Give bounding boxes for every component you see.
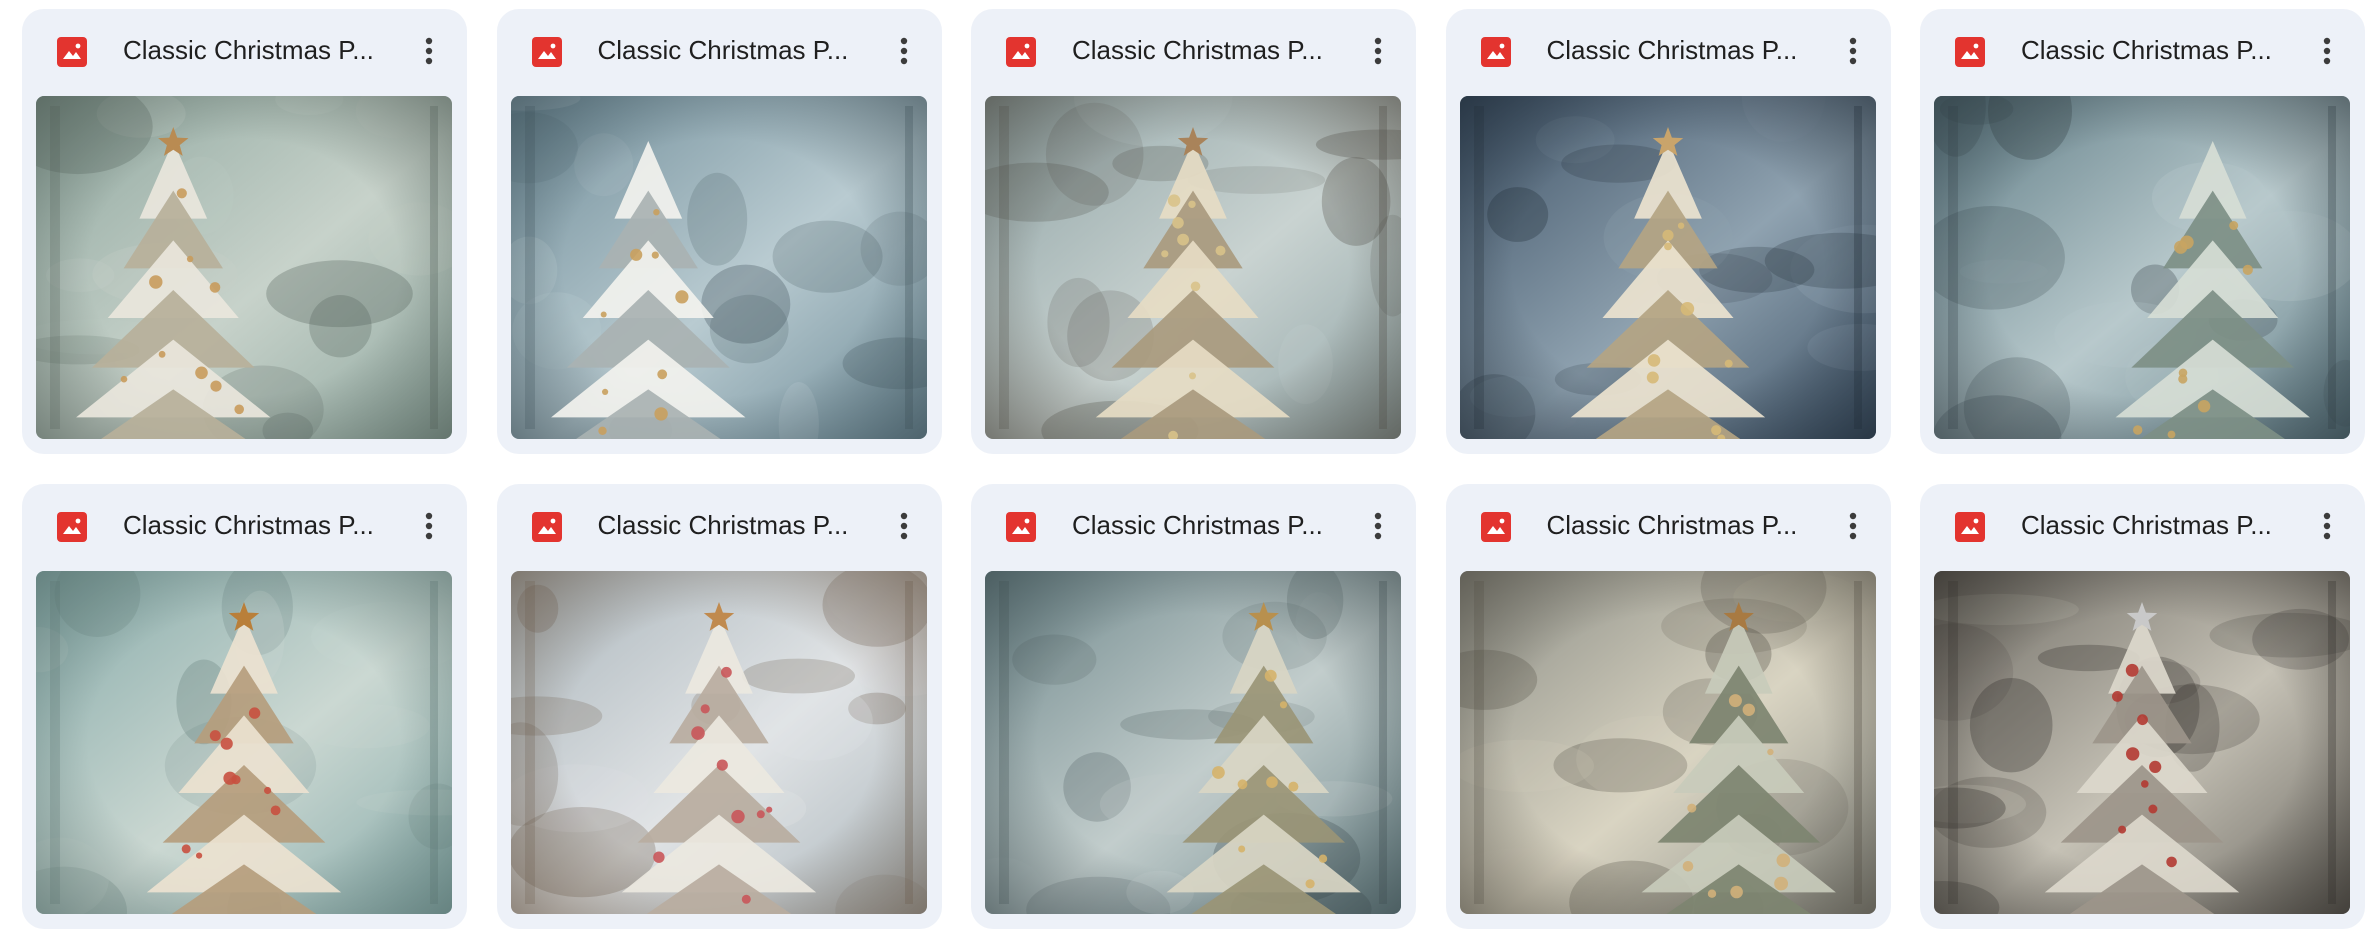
- file-card[interactable]: Classic Christmas P...: [1445, 9, 1891, 454]
- image-file-icon: [1006, 512, 1036, 542]
- file-title[interactable]: Classic Christmas P...: [598, 31, 863, 69]
- file-card[interactable]: Classic Christmas P...: [22, 484, 467, 929]
- card-header: Classic Christmas P...: [22, 484, 467, 562]
- more-vert-icon[interactable]: [1356, 29, 1400, 73]
- card-header: Classic Christmas P...: [497, 484, 942, 562]
- file-title[interactable]: Classic Christmas P...: [1547, 506, 1812, 544]
- card-header: Classic Christmas P...: [1446, 484, 1891, 562]
- image-preview[interactable]: [1934, 571, 2350, 914]
- image-file-icon: [531, 37, 562, 67]
- image-preview[interactable]: [36, 96, 452, 439]
- image-file-icon: [1480, 37, 1511, 67]
- more-vert-icon[interactable]: [1356, 504, 1400, 548]
- more-vert-icon[interactable]: [407, 29, 451, 73]
- more-vert-icon[interactable]: [407, 504, 451, 548]
- image-preview[interactable]: [1459, 571, 1876, 914]
- image-preview[interactable]: [985, 571, 1401, 914]
- image-file-icon: [1955, 37, 1985, 67]
- more-vert-icon[interactable]: [1831, 29, 1875, 73]
- file-card[interactable]: Classic Christmas P...: [1920, 484, 2365, 929]
- card-header: Classic Christmas P...: [1920, 9, 2365, 87]
- image-file-icon: [1955, 512, 1985, 542]
- card-header: Classic Christmas P...: [22, 9, 467, 87]
- image-preview[interactable]: [36, 571, 452, 914]
- image-file-icon: [57, 512, 87, 542]
- file-title[interactable]: Classic Christmas P...: [598, 506, 863, 544]
- file-title[interactable]: Classic Christmas P...: [123, 506, 388, 544]
- file-card[interactable]: Classic Christmas P...: [971, 484, 1416, 929]
- card-header: Classic Christmas P...: [497, 9, 942, 87]
- file-title[interactable]: Classic Christmas P...: [1547, 31, 1812, 69]
- more-vert-icon[interactable]: [882, 29, 926, 73]
- card-header: Classic Christmas P...: [971, 9, 1416, 87]
- image-file-icon: [531, 512, 562, 542]
- file-title[interactable]: Classic Christmas P...: [2021, 506, 2286, 544]
- card-header: Classic Christmas P...: [971, 484, 1416, 562]
- more-vert-icon[interactable]: [2305, 504, 2349, 548]
- file-title[interactable]: Classic Christmas P...: [1072, 506, 1337, 544]
- image-preview[interactable]: [1934, 96, 2350, 439]
- card-header: Classic Christmas P...: [1446, 9, 1891, 87]
- more-vert-icon[interactable]: [1831, 504, 1875, 548]
- image-preview[interactable]: [510, 571, 927, 914]
- image-file-icon: [1006, 37, 1036, 67]
- more-vert-icon[interactable]: [2305, 29, 2349, 73]
- file-card[interactable]: Classic Christmas P...: [1920, 9, 2365, 454]
- card-header: Classic Christmas P...: [1920, 484, 2365, 562]
- file-card[interactable]: Classic Christmas P...: [971, 9, 1416, 454]
- image-file-icon: [57, 37, 87, 67]
- file-card[interactable]: Classic Christmas P...: [496, 484, 942, 929]
- file-grid: Classic Christmas P... Classic Christmas…: [22, 9, 2365, 929]
- image-preview[interactable]: [985, 96, 1401, 439]
- more-vert-icon[interactable]: [882, 504, 926, 548]
- file-card[interactable]: Classic Christmas P...: [496, 9, 942, 454]
- image-preview[interactable]: [1459, 96, 1876, 439]
- file-card[interactable]: Classic Christmas P...: [22, 9, 467, 454]
- file-title[interactable]: Classic Christmas P...: [2021, 31, 2286, 69]
- file-title[interactable]: Classic Christmas P...: [1072, 31, 1337, 69]
- file-title[interactable]: Classic Christmas P...: [123, 31, 388, 69]
- file-card[interactable]: Classic Christmas P...: [1445, 484, 1891, 929]
- image-file-icon: [1480, 512, 1511, 542]
- image-preview[interactable]: [510, 96, 927, 439]
